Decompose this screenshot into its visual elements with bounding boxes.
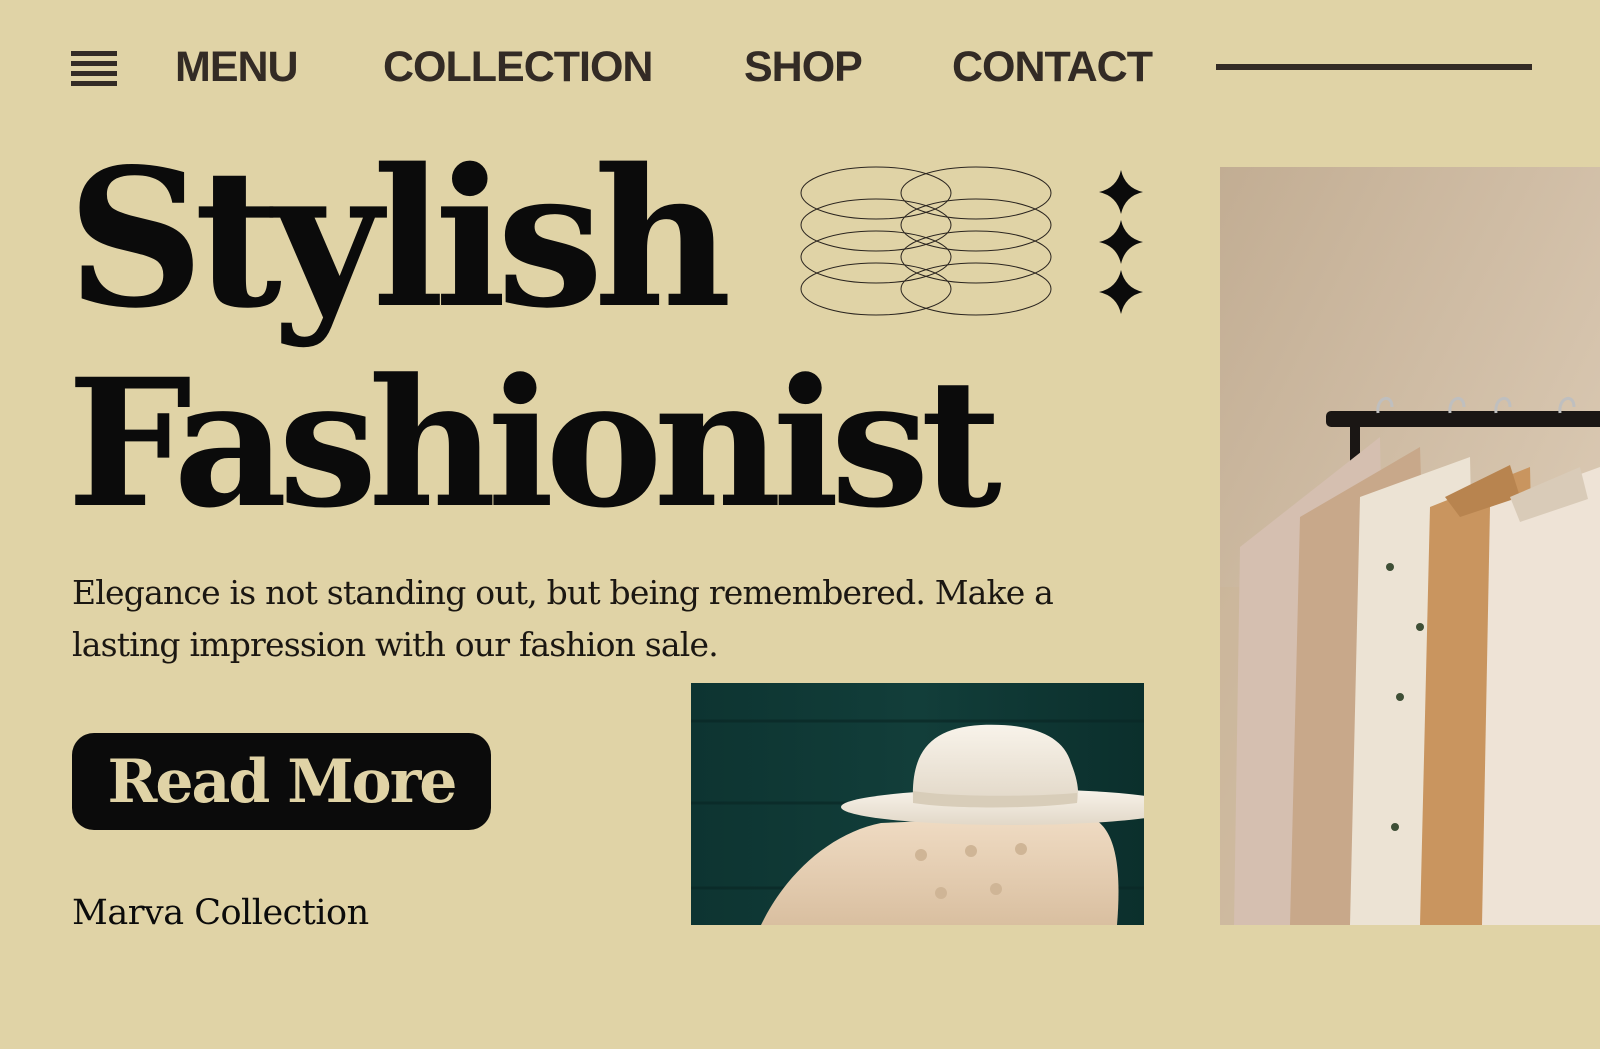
nav-link-collection[interactable]: COLLECTION bbox=[383, 40, 653, 94]
nav-link-shop[interactable]: SHOP bbox=[744, 40, 863, 94]
clothing-rack-photo bbox=[1220, 167, 1600, 925]
nav-divider-line bbox=[1216, 64, 1532, 70]
hamburger-bar bbox=[71, 61, 117, 66]
hero-tagline: Elegance is not standing out, but being … bbox=[72, 573, 1054, 664]
read-more-button[interactable]: Read More bbox=[72, 733, 491, 830]
top-navigation: MENU COLLECTION SHOP CONTACT bbox=[71, 40, 1532, 94]
hamburger-bar bbox=[71, 51, 117, 56]
hamburger-bar bbox=[71, 81, 117, 86]
hamburger-bar bbox=[71, 71, 117, 76]
hamburger-menu-icon[interactable] bbox=[71, 50, 117, 86]
hat-on-chair-photo bbox=[691, 683, 1144, 925]
nav-link-contact[interactable]: CONTACT bbox=[952, 40, 1153, 94]
headline-line-2: Fashionist bbox=[67, 340, 1002, 547]
read-more-button-label: Read More bbox=[107, 746, 458, 817]
nav-link-menu[interactable]: MENU bbox=[175, 40, 299, 94]
decorative-ellipses-graphic bbox=[800, 166, 1052, 316]
sparkle-stars-icon bbox=[1099, 170, 1143, 314]
brand-name: Marva Collection bbox=[72, 893, 369, 933]
